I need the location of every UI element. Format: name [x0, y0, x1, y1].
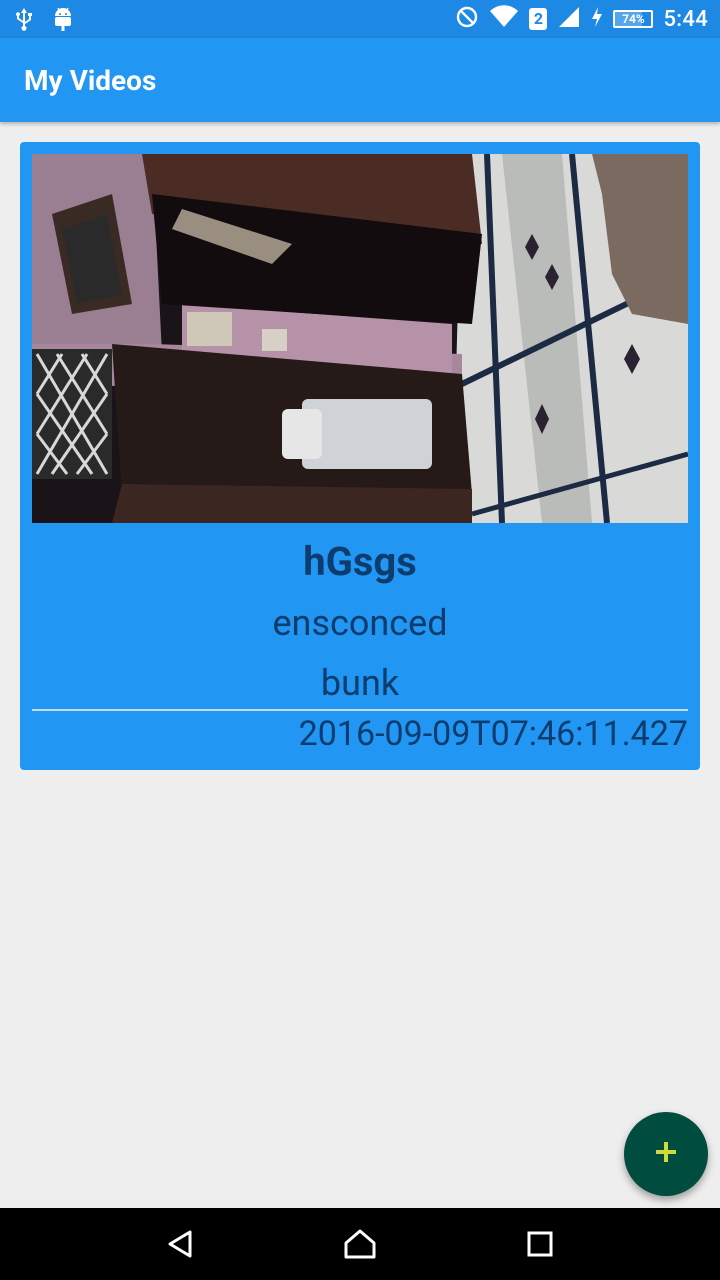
- back-button[interactable]: [160, 1226, 200, 1266]
- home-button[interactable]: [340, 1226, 380, 1266]
- charging-icon: [591, 6, 603, 32]
- sim-2-icon: 2: [529, 8, 548, 30]
- wifi-icon: [489, 5, 519, 33]
- status-bar: 2 74% 5:44: [0, 0, 720, 38]
- android-debug-icon: [52, 6, 74, 36]
- do-not-disturb-icon: [455, 5, 479, 33]
- divider: [32, 709, 688, 711]
- back-icon: [166, 1229, 194, 1263]
- usb-icon: [14, 7, 34, 35]
- battery-percent: 74%: [622, 12, 645, 26]
- video-thumbnail[interactable]: [32, 154, 688, 523]
- video-subtitle: bunk: [320, 662, 400, 704]
- recents-button[interactable]: [520, 1226, 560, 1266]
- home-icon: [343, 1229, 377, 1263]
- add-video-button[interactable]: [624, 1112, 708, 1196]
- video-timestamp: 2016-09-09T07:46:11.427: [298, 714, 688, 754]
- clock: 5:44: [663, 6, 708, 32]
- video-card[interactable]: hGsgs ensconced bunk 2016-09-09T07:46:11…: [20, 142, 700, 770]
- plus-icon: [654, 1140, 678, 1168]
- navigation-bar: [0, 1208, 720, 1280]
- app-bar: My Videos: [0, 38, 720, 122]
- video-description: ensconced: [272, 602, 448, 644]
- video-title: hGsgs: [303, 538, 417, 585]
- page-title: My Videos: [24, 64, 157, 97]
- signal-icon: [557, 5, 581, 33]
- recents-icon: [526, 1230, 554, 1262]
- battery-icon: 74%: [613, 10, 654, 28]
